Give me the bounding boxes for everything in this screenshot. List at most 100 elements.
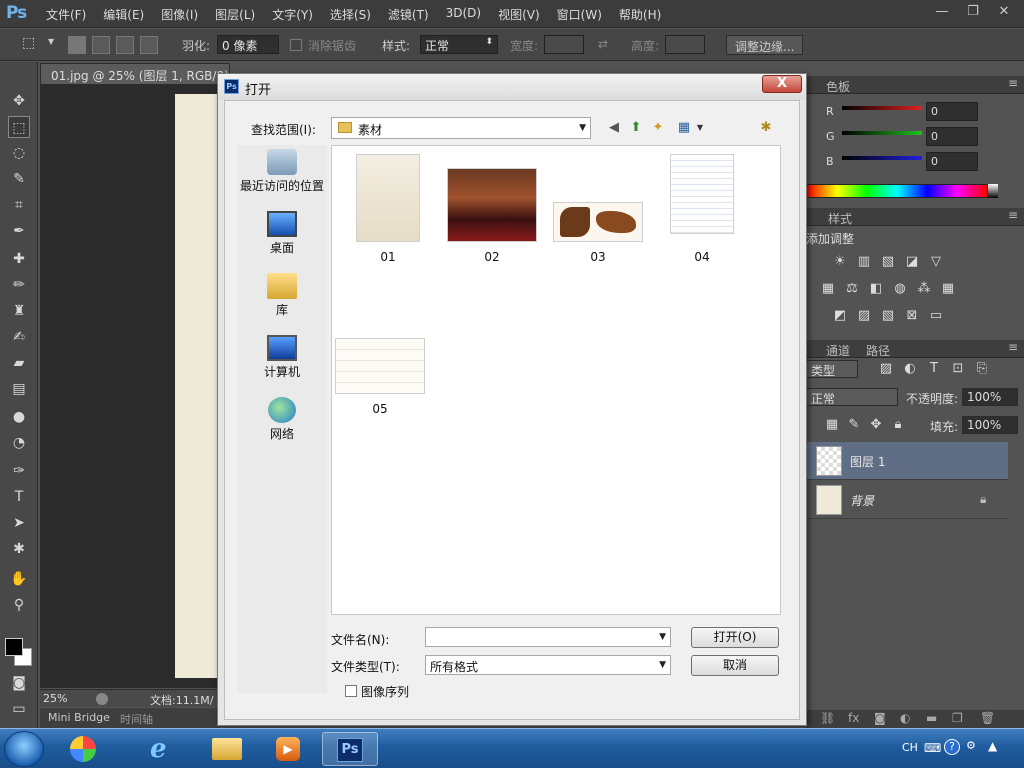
- place-library[interactable]: 库: [237, 273, 327, 318]
- gradient-tool-icon[interactable]: ▤: [8, 378, 30, 400]
- color-spectrum-bw[interactable]: [988, 184, 998, 198]
- menu-filter[interactable]: 滤镜(T): [388, 6, 429, 23]
- layer-1-name[interactable]: 图层 1: [850, 453, 885, 470]
- eyedropper-tool-icon[interactable]: ✒: [8, 220, 30, 242]
- foreground-color-swatch[interactable]: [5, 638, 23, 656]
- zoom-tool-icon[interactable]: ⚲: [8, 594, 30, 616]
- link-layers-icon[interactable]: ⛓: [820, 711, 835, 725]
- color-lookup-adjust-icon[interactable]: ▦: [938, 281, 958, 297]
- taskbar-app-media[interactable]: ▶: [262, 732, 314, 766]
- blue-slider[interactable]: [842, 156, 922, 160]
- place-recent[interactable]: 最近访问的位置: [237, 149, 327, 194]
- taskbar-app-photoshop[interactable]: Ps: [322, 732, 378, 766]
- height-input[interactable]: [665, 35, 705, 54]
- new-group-icon[interactable]: ▬: [926, 711, 937, 725]
- menu-view[interactable]: 视图(V): [498, 6, 540, 23]
- screen-mode-icon[interactable]: ▭: [8, 698, 30, 720]
- menu-file[interactable]: 文件(F): [46, 6, 86, 23]
- gradient-map-adjust-icon[interactable]: ▭: [926, 308, 946, 324]
- opacity-input[interactable]: 100%: [962, 388, 1018, 406]
- taskbar-app-explorer[interactable]: [200, 732, 252, 766]
- green-slider[interactable]: [842, 131, 922, 135]
- balance-adjust-icon[interactable]: ⚖: [842, 281, 862, 297]
- status-info-icon[interactable]: [96, 693, 108, 705]
- curves-adjust-icon[interactable]: ▧: [878, 254, 898, 270]
- bw-adjust-icon[interactable]: ◧: [866, 281, 886, 297]
- crop-tool-icon[interactable]: ⌗: [8, 194, 30, 216]
- add-selection-icon[interactable]: [92, 36, 110, 54]
- filter-pixel-icon[interactable]: ▨: [876, 361, 896, 377]
- filter-adjust-icon[interactable]: ◐: [900, 361, 920, 377]
- adjust-panel-menu-icon[interactable]: ≡: [1008, 208, 1018, 222]
- dodge-tool-icon[interactable]: ◔: [8, 432, 30, 454]
- file-item-02[interactable]: 02: [444, 168, 540, 264]
- file-item-03[interactable]: 03: [550, 202, 646, 264]
- new-selection-icon[interactable]: [68, 36, 86, 54]
- fill-input[interactable]: 100%: [962, 416, 1018, 434]
- tray-expand-icon[interactable]: ▲: [988, 739, 997, 753]
- file-item-04[interactable]: 04: [654, 154, 750, 264]
- new-adjustment-icon[interactable]: ◐: [900, 711, 910, 725]
- photo-filter-adjust-icon[interactable]: ◍: [890, 281, 910, 297]
- back-icon[interactable]: ◀: [605, 119, 623, 137]
- marquee-preset-icon[interactable]: ⬚: [22, 35, 35, 51]
- refine-edge-button[interactable]: 调整边缘...: [726, 35, 804, 55]
- filter-shape-icon[interactable]: ⊡: [948, 361, 968, 377]
- selective-color-adjust-icon[interactable]: ⊠: [902, 308, 922, 324]
- blue-value[interactable]: 0: [926, 152, 978, 171]
- filter-smart-icon[interactable]: ⎘: [972, 361, 992, 377]
- lasso-tool-icon[interactable]: ◌: [8, 142, 30, 164]
- threshold-adjust-icon[interactable]: ▧: [878, 308, 898, 324]
- menu-type[interactable]: 文字(Y): [272, 6, 313, 23]
- feather-input[interactable]: 0 像素: [217, 35, 279, 54]
- filetype-select[interactable]: 所有格式 ▼: [425, 655, 671, 675]
- menu-window[interactable]: 窗口(W): [557, 6, 602, 23]
- background-layer-name[interactable]: 背景: [850, 492, 874, 509]
- history-brush-tool-icon[interactable]: ✍: [8, 326, 30, 348]
- document-tab[interactable]: 01.jpg @ 25% (图层 1, RGB/8): [40, 63, 230, 85]
- taskbar-app-gallery[interactable]: [58, 732, 110, 766]
- width-input[interactable]: [544, 35, 584, 54]
- layer-filter-select[interactable]: 类型: [806, 360, 858, 378]
- tab-swatches[interactable]: 色板: [826, 78, 850, 95]
- favorites-folder-icon[interactable]: ✱: [757, 119, 775, 137]
- minimize-button[interactable]: —: [928, 2, 956, 22]
- start-button[interactable]: [4, 731, 44, 767]
- tab-styles[interactable]: 样式: [828, 210, 852, 227]
- up-folder-icon[interactable]: ⬆: [627, 119, 645, 137]
- menu-layer[interactable]: 图层(L): [215, 6, 255, 23]
- place-computer[interactable]: 计算机: [237, 335, 327, 380]
- blur-tool-icon[interactable]: ●: [8, 406, 30, 428]
- swap-dimensions-icon[interactable]: ⇄: [598, 37, 608, 51]
- antialias-checkbox[interactable]: [290, 39, 302, 51]
- filter-type-icon[interactable]: T: [924, 361, 944, 377]
- lock-position-icon[interactable]: ✥: [866, 417, 886, 433]
- pen-tool-icon[interactable]: ✑: [8, 460, 30, 482]
- settings-icon[interactable]: ⚙: [966, 739, 976, 752]
- place-network[interactable]: 网络: [237, 397, 327, 442]
- dialog-close-button[interactable]: X: [762, 75, 802, 93]
- hand-tool-icon[interactable]: ✋: [8, 568, 30, 590]
- lock-pixels-icon[interactable]: ✎: [844, 417, 864, 433]
- quick-mask-icon[interactable]: ◙: [8, 672, 30, 694]
- taskbar-app-ie[interactable]: e: [138, 732, 190, 766]
- tab-paths[interactable]: 路径: [866, 342, 890, 359]
- file-list[interactable]: 01 02 03 04 05: [331, 145, 781, 615]
- path-select-tool-icon[interactable]: ➤: [8, 512, 30, 534]
- healing-brush-tool-icon[interactable]: ✚: [8, 248, 30, 270]
- levels-adjust-icon[interactable]: ▥: [854, 254, 874, 270]
- type-tool-icon[interactable]: T: [8, 486, 30, 508]
- style-select[interactable]: 正常 ⬍: [420, 35, 498, 54]
- subtract-selection-icon[interactable]: [116, 36, 134, 54]
- tab-channels[interactable]: 通道: [826, 342, 850, 359]
- posterize-adjust-icon[interactable]: ▨: [854, 308, 874, 324]
- red-value[interactable]: 0: [926, 102, 978, 121]
- new-folder-icon[interactable]: ✦: [649, 119, 667, 137]
- vibrance-adjust-icon[interactable]: ▽: [926, 254, 946, 270]
- invert-adjust-icon[interactable]: ◩: [830, 308, 850, 324]
- stamp-tool-icon[interactable]: ♜: [8, 300, 30, 322]
- layers-panel-menu-icon[interactable]: ≡: [1008, 340, 1018, 354]
- intersect-selection-icon[interactable]: [140, 36, 158, 54]
- channel-mixer-adjust-icon[interactable]: ⁂: [914, 281, 934, 297]
- image-sequence-label[interactable]: 图像序列: [361, 683, 409, 700]
